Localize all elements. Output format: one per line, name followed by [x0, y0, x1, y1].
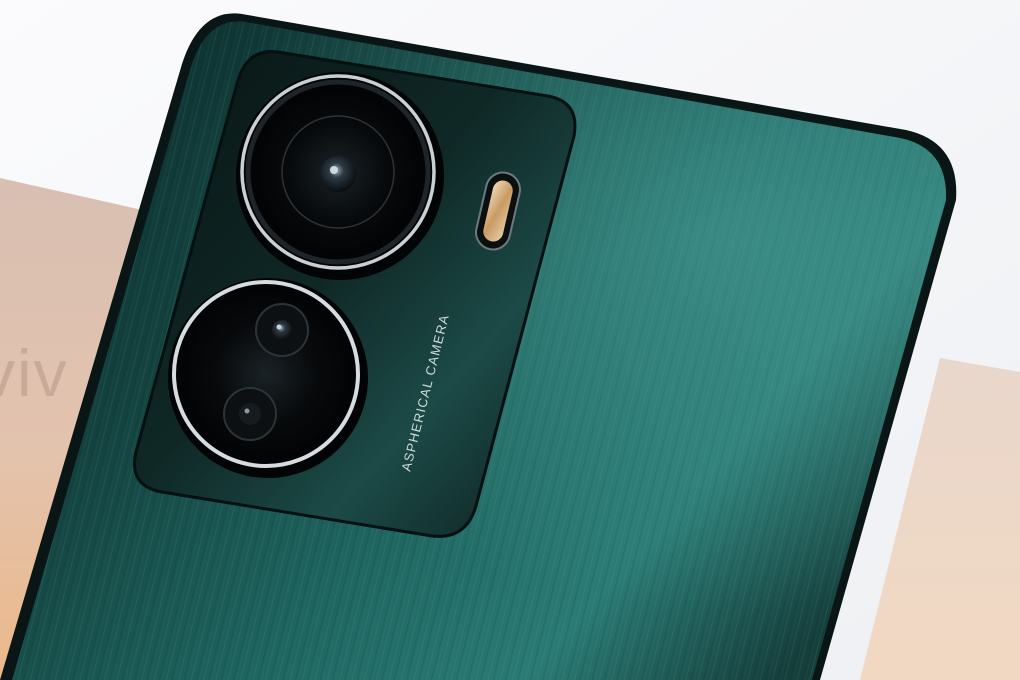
secondary-camera-lens-icon: [168, 278, 368, 478]
macro-lens-icon: [255, 303, 309, 357]
box-logo-text: viv: [0, 336, 69, 410]
depth-sensor-icon: [223, 387, 277, 441]
photo-scene: viv: [0, 0, 1020, 680]
main-camera-lens-icon: [236, 72, 444, 280]
